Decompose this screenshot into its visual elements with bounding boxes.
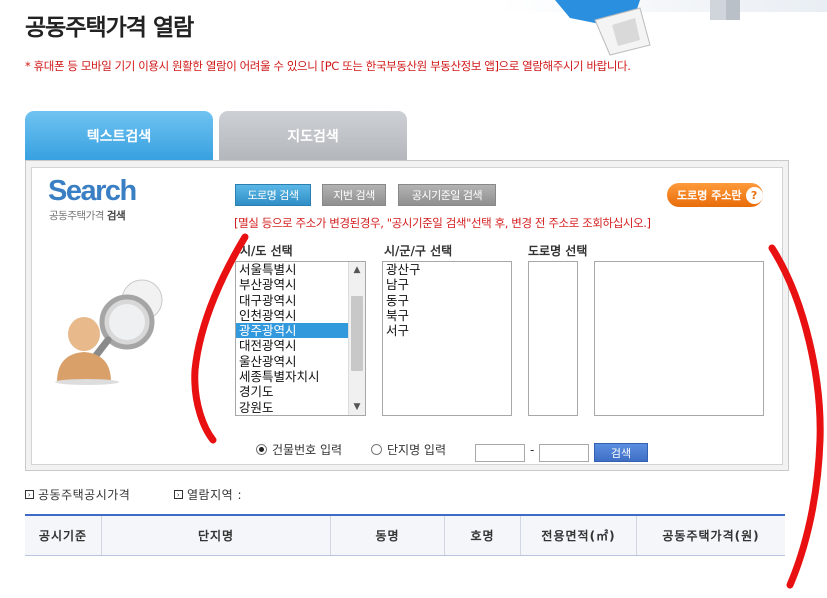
arrow-square-icon: ›	[174, 490, 183, 499]
city-option[interactable]: 대구광역시	[236, 293, 348, 308]
city-listbox-scrollbar[interactable]: ▲ ▼	[348, 262, 365, 415]
question-icon: ?	[745, 186, 763, 204]
city-option[interactable]: 경기도	[236, 384, 348, 399]
search-submit-button[interactable]: 검색	[594, 443, 648, 462]
gu-option[interactable]: 남구	[383, 277, 511, 292]
col-unit: 호명	[444, 514, 521, 556]
person-magnifier-illustration	[55, 279, 163, 385]
area-section-text: 열람지역 :	[187, 488, 243, 502]
road-name-listbox[interactable]	[594, 261, 764, 416]
city-option[interactable]: 울산광역시	[236, 354, 348, 369]
header-decoration-illustration	[500, 0, 827, 56]
scrollbar-thumb[interactable]	[351, 296, 363, 371]
main-number-input[interactable]	[475, 444, 525, 462]
tab-map-search[interactable]: 지도검색	[219, 111, 407, 161]
road-initial-listbox[interactable]	[528, 261, 578, 416]
results-header-row: 공시기준 단지명 동명 호명 전용면적(㎡) 공동주택가격(원)	[25, 514, 785, 556]
road-name-search-button[interactable]: 도로명 검색	[235, 184, 311, 206]
address-change-warning: [멸실 등으로 주소가 변경된경우, "공시기준일 검색"선택 후, 변경 전 …	[234, 216, 651, 230]
city-option[interactable]: 세종특별자치시	[236, 369, 348, 384]
price-section-text: 공동주택공시가격	[38, 488, 131, 502]
gu-option[interactable]: 동구	[383, 293, 511, 308]
city-listbox[interactable]: 서울특별시 부산광역시 대구광역시 인천광역시 광주광역시 대전광역시 울산광역시 세종특별자…	[235, 261, 366, 416]
gu-select-label: 시/군/구 선택	[384, 244, 453, 258]
scroll-up-arrow-icon[interactable]: ▲	[349, 262, 365, 278]
gu-option[interactable]: 북구	[383, 308, 511, 323]
gu-listbox[interactable]: 광산구 남구 동구 북구 서구	[382, 261, 512, 416]
city-select-label: 시/도 선택	[240, 244, 293, 258]
col-complex-name: 단지명	[101, 514, 331, 556]
col-base-date: 공시기준	[25, 514, 102, 556]
arrow-square-icon: ›	[25, 490, 34, 499]
area-section-label: › 열람지역 :	[174, 486, 242, 503]
results-table: 공시기준 단지명 동명 호명 전용면적(㎡) 공동주택가격(원)	[25, 514, 785, 556]
road-address-help-button[interactable]: 도로명 주소란 ?	[667, 183, 763, 207]
city-option[interactable]: 서울특별시	[236, 262, 348, 277]
scroll-down-arrow-icon[interactable]: ▼	[349, 399, 365, 415]
price-section-label: › 공동주택공시가격	[25, 486, 130, 503]
city-option[interactable]: 강원도	[236, 400, 348, 415]
city-option[interactable]: 부산광역시	[236, 277, 348, 292]
search-subtitle: 공동주택가격 검색	[49, 210, 126, 222]
gu-option[interactable]: 광산구	[383, 262, 511, 277]
mobile-notice: * 휴대폰 등 모바일 기기 이용시 원활한 열람이 어려울 수 있으니 [PC…	[25, 59, 631, 73]
lot-number-search-button[interactable]: 지번 검색	[322, 184, 386, 206]
search-logo: Search	[48, 175, 137, 207]
col-building: 동명	[330, 514, 445, 556]
radio-circle-icon[interactable]	[371, 444, 382, 455]
tab-text-search[interactable]: 텍스트검색	[25, 111, 213, 161]
base-date-search-button[interactable]: 공시기준일 검색	[398, 184, 496, 206]
city-option[interactable]: 광주광역시	[236, 323, 348, 339]
city-option[interactable]: 대전광역시	[236, 338, 348, 353]
col-house-price: 공동주택가격(원)	[636, 514, 785, 556]
sub-number-input[interactable]	[539, 444, 589, 462]
col-exclusive-area: 전용면적(㎡)	[520, 514, 637, 556]
road-address-help-label: 도로명 주소란	[677, 189, 742, 202]
input-separator: -	[530, 443, 535, 457]
city-option[interactable]: 인천광역시	[236, 308, 348, 323]
radio-building-label: 건물번호 입력	[272, 443, 343, 457]
gu-option[interactable]: 서구	[383, 323, 511, 338]
road-select-label: 도로명 선택	[528, 244, 588, 258]
page-title: 공동주택가격 열람	[25, 15, 194, 41]
radio-building-number[interactable]: 건물번호 입력	[256, 441, 342, 458]
radio-complex-name[interactable]: 단지명 입력	[371, 441, 446, 458]
radio-complex-label: 단지명 입력	[387, 443, 447, 457]
radio-circle-icon[interactable]	[256, 444, 267, 455]
